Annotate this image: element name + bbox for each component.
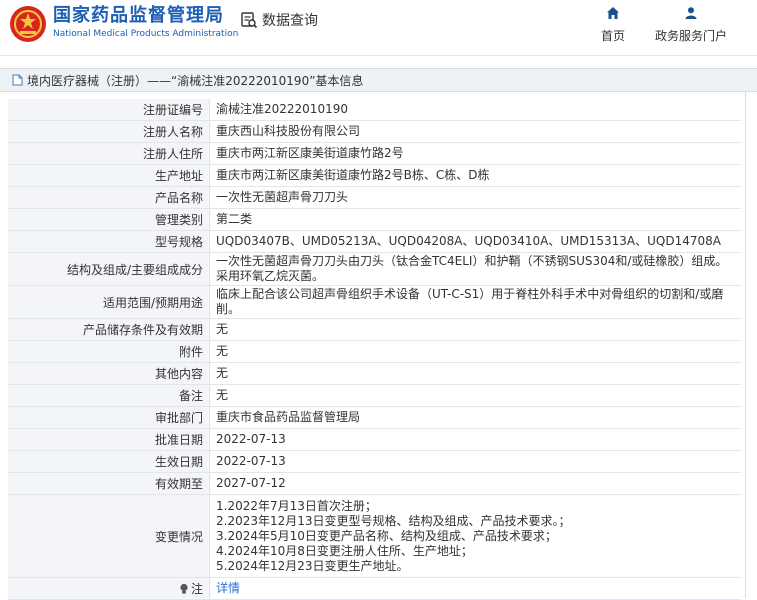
national-emblem-logo — [10, 6, 46, 42]
table-row: 有效期至 2027-07-12 — [8, 473, 741, 495]
bulb-icon — [180, 583, 188, 594]
table-row: 产品名称 一次性无菌超声骨刀刀头 — [8, 187, 741, 209]
row-value: 无 — [210, 341, 741, 362]
table-row: 生产地址 重庆市两江新区康美街道康竹路2号B栋、C栋、D栋 — [8, 165, 741, 187]
row-value: 一次性无菌超声骨刀刀头 — [210, 187, 741, 208]
divider — [745, 92, 746, 598]
table-row-note: 注 详情 — [8, 578, 741, 600]
row-value: 第二类 — [210, 209, 741, 230]
row-label: 生产地址 — [8, 165, 210, 186]
table-row: 注册人名称 重庆西山科技股份有限公司 — [8, 121, 741, 143]
table-row: 备注无 — [8, 385, 741, 407]
row-label: 备注 — [8, 385, 210, 406]
row-label: 型号规格 — [8, 231, 210, 252]
list-item: 2.2023年12月13日变更型号规格、结构及组成、产品技术要求。； — [216, 513, 571, 528]
table-row: 适用范围/预期用途 临床上配合该公司超声骨组织手术设备（UT-C-S1）用于脊柱外… — [8, 286, 741, 319]
row-label-note: 注 — [8, 578, 210, 599]
user-icon — [685, 7, 697, 19]
table-row: 结构及组成/主要组成成分 一次性无菌超声骨刀刀头由刀头（钛合金TC4ELI）和护鞘… — [8, 253, 741, 286]
table-row: 产品储存条件及有效期无 — [8, 319, 741, 341]
data-query-label: 数据查询 — [262, 13, 318, 29]
note-label: 注 — [190, 582, 203, 596]
nav-service-portal[interactable]: 政务服务门户 — [655, 6, 727, 44]
breadcrumb-text: 境内医疗器械（注册）——“渝械注准20222010190”基本信息 — [27, 73, 364, 88]
row-value: 渝械注准20222010190 — [210, 99, 741, 120]
table-row: 其他内容无 — [8, 363, 741, 385]
row-value: 2027-07-12 — [210, 473, 741, 494]
row-value: 无 — [210, 385, 741, 406]
list-item: 4.2024年10月8日变更注册人住所、生产地址； — [216, 543, 473, 558]
row-label: 其他内容 — [8, 363, 210, 384]
table-row: 生效日期 2022-07-13 — [8, 451, 741, 473]
nav-home[interactable]: 首页 — [601, 6, 625, 44]
record-detail-table: 注册证编号 渝械注准20222010190 注册人名称 重庆西山科技股份有限公司 注… — [8, 99, 741, 600]
document-icon — [12, 74, 23, 86]
list-item: 5.2024年12月23日变更生产地址。 — [216, 558, 409, 573]
row-label: 有效期至 — [8, 473, 210, 494]
row-label: 附件 — [8, 341, 210, 362]
brand-title-cn: 国家药品监督管理局 — [53, 5, 224, 26]
row-value: UQD03407B、UMD05213A、UQD04208A、UQD03410A、… — [210, 231, 741, 252]
row-value: 临床上配合该公司超声骨组织手术设备（UT-C-S1）用于脊柱外科手术中对骨组织的… — [210, 286, 741, 318]
changes-list: 1.2022年7月13日首次注册； 2.2023年12月13日变更型号规格、结构… — [210, 495, 741, 577]
row-label: 结构及组成/主要组成成分 — [8, 253, 210, 285]
row-value: 重庆西山科技股份有限公司 — [210, 121, 741, 142]
database-search-icon — [241, 12, 258, 29]
table-row: 审批部门 重庆市食品药品监督管理局 — [8, 407, 741, 429]
table-row: 型号规格 UQD03407B、UMD05213A、UQD04208A、UQD034… — [8, 231, 741, 253]
home-icon — [607, 7, 619, 19]
brand[interactable]: 国家药品监督管理局 National Medical Products Admi… — [53, 4, 238, 40]
row-label: 注册人住所 — [8, 143, 210, 164]
row-label: 审批部门 — [8, 407, 210, 428]
list-item: 3.2024年5月10日变更产品名称、结构及组成、产品技术要求； — [216, 528, 557, 543]
row-value: 2022-07-13 — [210, 451, 741, 472]
row-value: 重庆市两江新区康美街道康竹路2号 — [210, 143, 741, 164]
table-row: 注册人住所 重庆市两江新区康美街道康竹路2号 — [8, 143, 741, 165]
table-row: 注册证编号 渝械注准20222010190 — [8, 99, 741, 121]
row-label: 生效日期 — [8, 451, 210, 472]
row-label: 产品名称 — [8, 187, 210, 208]
row-value: 重庆市食品药品监督管理局 — [210, 407, 741, 428]
row-value: 无 — [210, 363, 741, 384]
row-value: 重庆市两江新区康美街道康竹路2号B栋、C栋、D栋 — [210, 165, 741, 186]
list-item: 1.2022年7月13日首次注册； — [216, 498, 377, 513]
row-label: 注册证编号 — [8, 99, 210, 120]
table-row-changes: 变更情况 1.2022年7月13日首次注册； 2.2023年12月13日变更型号… — [8, 495, 741, 578]
row-label: 管理类别 — [8, 209, 210, 230]
breadcrumb: 境内医疗器械（注册）——“渝械注准20222010190”基本信息 — [0, 68, 757, 92]
row-value: 一次性无菌超声骨刀刀头由刀头（钛合金TC4ELI）和护鞘（不锈钢SUS304和/… — [210, 253, 741, 285]
brand-title-en: National Medical Products Administration — [53, 29, 239, 39]
nav-home-label: 首页 — [601, 29, 626, 43]
row-label: 适用范围/预期用途 — [8, 286, 210, 318]
row-value: 无 — [210, 319, 741, 340]
table-row: 管理类别 第二类 — [8, 209, 741, 231]
row-label: 批准日期 — [8, 429, 210, 450]
top-header: 国家药品监督管理局 National Medical Products Admi… — [0, 0, 757, 56]
row-label: 变更情况 — [8, 495, 210, 577]
nav-service-portal-label: 政务服务门户 — [655, 29, 728, 43]
table-row: 附件无 — [8, 341, 741, 363]
row-value: 2022-07-13 — [210, 429, 741, 450]
row-label: 产品储存条件及有效期 — [8, 319, 210, 340]
data-query-link[interactable]: 数据查询 — [240, 10, 318, 30]
table-row: 批准日期 2022-07-13 — [8, 429, 741, 451]
row-label: 注册人名称 — [8, 121, 210, 142]
details-link[interactable]: 详情 — [216, 581, 240, 596]
row-value: 详情 — [210, 578, 741, 599]
